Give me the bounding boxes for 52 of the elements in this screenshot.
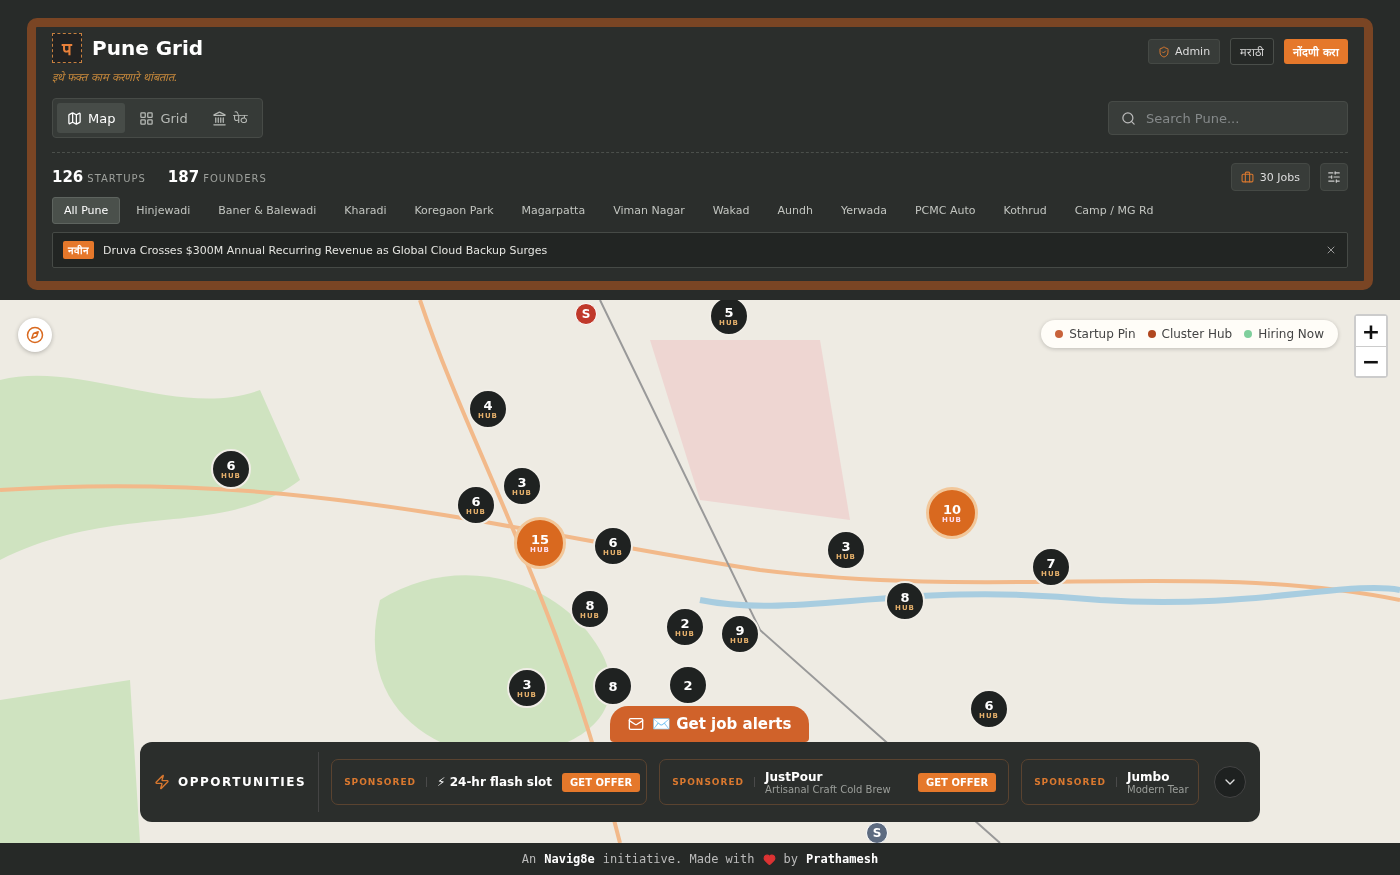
view-tab[interactable]: Grid [129,103,198,133]
language-button[interactable]: मराठी [1230,38,1275,65]
area-chip[interactable]: Viman Nagar [601,197,697,224]
area-chip[interactable]: Kothrud [991,197,1059,224]
area-chip[interactable]: Aundh [765,197,825,224]
stat-value: 126 [52,168,84,186]
tagline: इथे फक्त काम करणारे थांबतात. [52,70,179,84]
section-title: OPPORTUNITIES [178,775,307,789]
footer-text: by [783,852,798,866]
offer-title: JustPour [765,769,824,784]
job-alerts-button[interactable]: ✉ Get job alerts [610,706,810,742]
legend-label: Startup Pin [1069,327,1136,341]
sponsored-label: SPONSORED [1034,777,1118,787]
offer-card[interactable]: SPONSORED JustPour Artisanal Craft Cold Brew GET OFFER [659,759,1010,805]
stat-label: FOUNDERS [203,173,267,184]
footer-text: An [521,852,537,866]
area-chip[interactable]: All Pune [52,197,121,224]
footer-text: initiative. Made with [602,852,755,866]
footer-author: Prathamesh [805,852,879,866]
area-chip[interactable]: Camp / MG Rd [1062,197,1166,224]
area-chip[interactable]: Hinjewadi [124,197,203,224]
footer-brand: Navig8e [544,852,595,866]
view-tab[interactable]: Map [57,103,126,133]
area-chip[interactable]: Yerwada [828,197,899,224]
sponsored-label: SPONSORED [672,777,756,787]
offer-subtitle: Artisanal Craft Cold Brew [765,783,892,795]
zoom-out-button[interactable]: − [1356,346,1386,376]
area-chip[interactable]: Wakad [700,197,762,224]
logo: प [52,33,82,63]
offer-title: ⚡ 24-hr flash slot [437,775,553,789]
legend-label: Hiring Now [1258,327,1324,341]
search-field[interactable]: Search Pune... [1108,101,1348,135]
app-title: Pune Grid [92,36,204,60]
offer-title: Jumbo [1127,769,1171,784]
offer-subtitle: Modern Tear [1127,783,1189,795]
area-chip[interactable]: Baner & Balewadi [206,197,329,224]
new-badge: नवीन [63,241,94,259]
search-input[interactable]: Search Pune... [1144,109,1328,127]
area-chip[interactable]: Magarpatta [509,197,598,224]
admin-button[interactable]: Admin [1148,39,1221,64]
offer-card[interactable]: SPONSORED ⚡ 24-hr flash slot GET OFFER [331,759,648,805]
area-chip[interactable]: PCMC Auto [902,197,988,224]
offer-card[interactable]: SPONSORED Jumbo Modern Tear [1021,759,1200,805]
stat-label: STARTUPS [87,173,146,184]
view-tab[interactable]: पेठ [201,103,258,133]
stat-value: 187 [167,168,200,186]
news-headline: Druva Crosses $300M Annual Recurring Revenue as Global Cloud Backup Surges [103,243,549,257]
area-chip[interactable]: Koregaon Park [402,197,506,224]
legend-label: Cluster Hub [1161,327,1233,341]
area-chip[interactable]: Kharadi [332,197,399,224]
jobs-button[interactable]: 30 Jobs [1230,163,1310,191]
sponsored-label: SPONSORED [344,777,428,787]
